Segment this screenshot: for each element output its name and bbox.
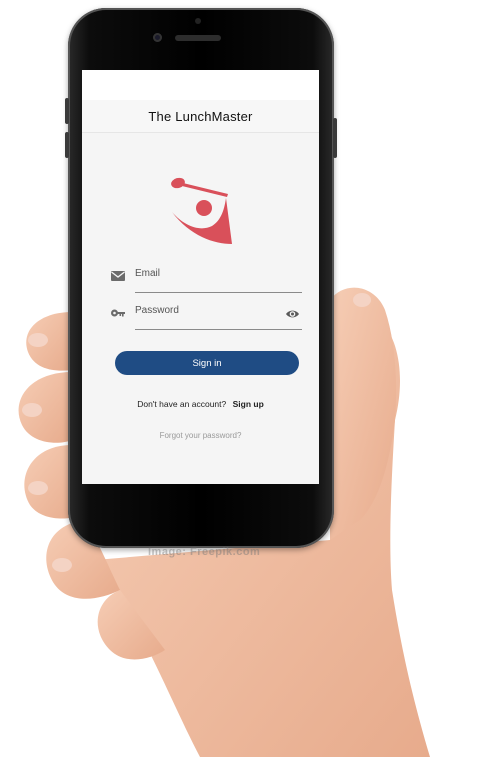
app-bar: The LunchMaster — [82, 100, 319, 133]
email-label: Email — [135, 268, 161, 279]
front-sensor — [195, 18, 201, 24]
app-title: The LunchMaster — [148, 108, 253, 124]
earpiece-speaker — [175, 35, 221, 41]
volume-up-button — [65, 98, 69, 124]
password-label: Password — [135, 305, 179, 316]
signup-prompt: Don't have an account? — [137, 399, 227, 409]
email-underline — [135, 292, 302, 293]
volume-down-button — [65, 132, 69, 158]
watermark: Image: Freepik.com — [148, 546, 261, 558]
mail-icon — [111, 271, 125, 281]
sign-up-link[interactable]: Sign up — [233, 399, 264, 409]
phone-screen: The LunchMaster Email Password Sign in D… — [82, 70, 319, 484]
password-underline — [135, 329, 302, 330]
signup-row: Don't have an account? Sign up — [82, 399, 319, 409]
front-camera — [153, 33, 162, 42]
status-bar — [82, 70, 319, 100]
eye-icon[interactable] — [285, 308, 300, 320]
key-icon — [111, 309, 125, 317]
forgot-password-link[interactable]: Forgot your password? — [82, 431, 319, 440]
chef-spoon-logo — [171, 177, 232, 244]
email-field[interactable]: Email — [110, 263, 302, 293]
power-button — [333, 118, 337, 158]
password-field[interactable]: Password — [110, 300, 302, 330]
sign-in-button[interactable]: Sign in — [115, 351, 299, 375]
